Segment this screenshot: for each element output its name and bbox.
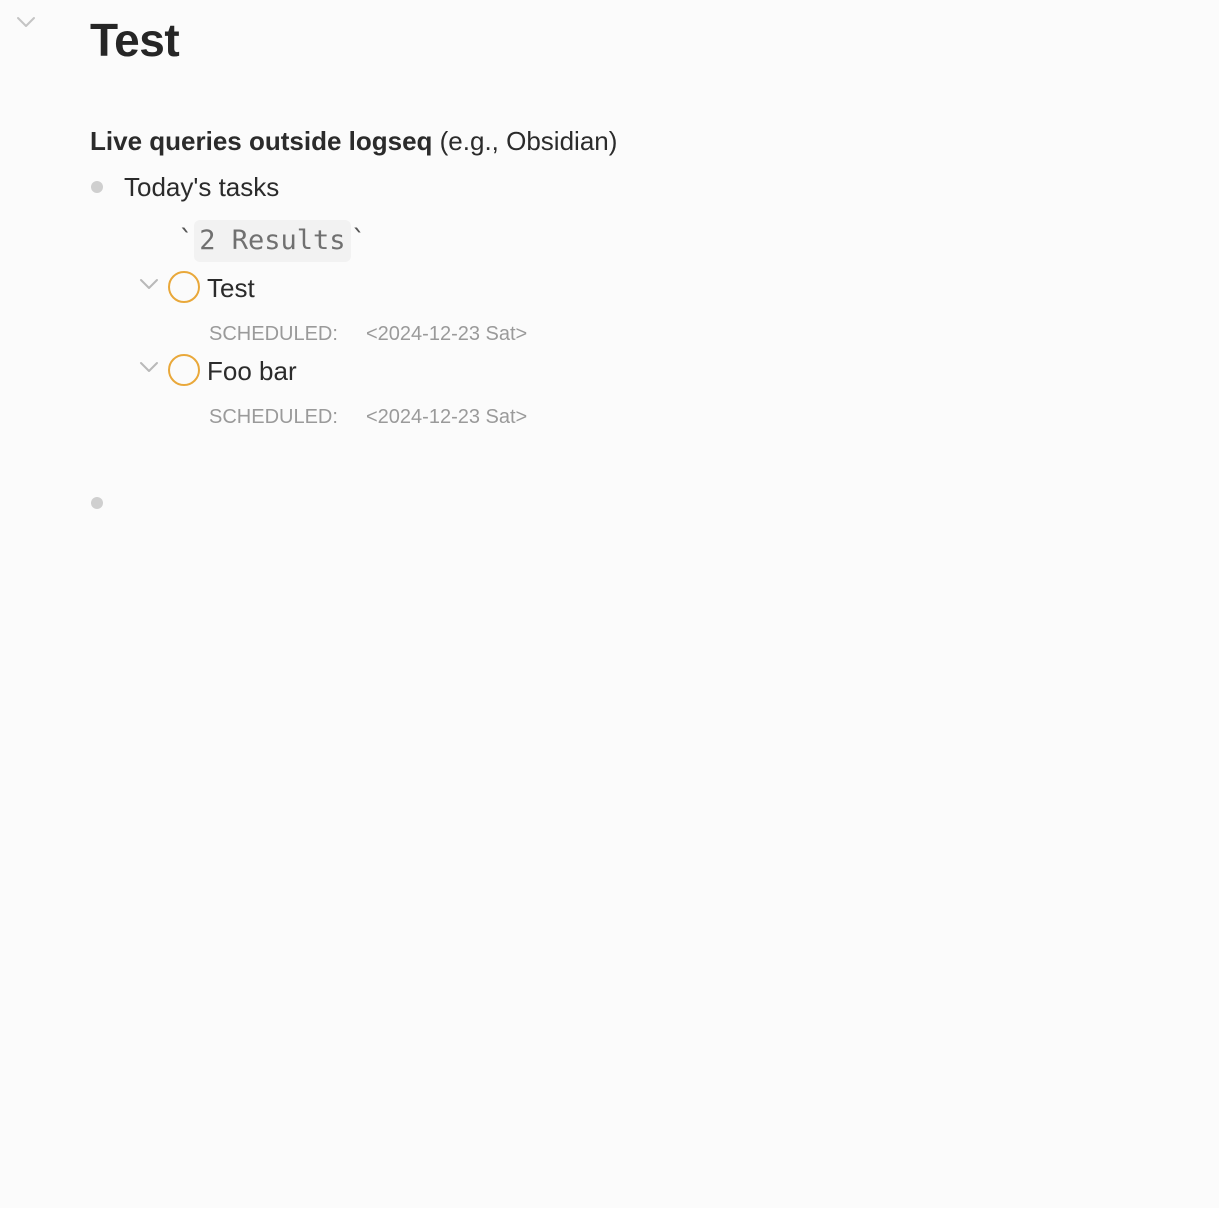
page-title: Test	[90, 14, 180, 66]
backtick-open: `	[178, 225, 195, 256]
task-scheduled: SCHEDULED: <2024-12-23 Sat>	[209, 321, 527, 347]
block-heading[interactable]: Live queries outside logseq (e.g., Obsid…	[90, 124, 617, 158]
scheduled-date[interactable]: <2024-12-23 Sat>	[366, 406, 527, 428]
heading-normal-text: (e.g., Obsidian)	[432, 126, 618, 156]
todo-circle-icon[interactable]	[168, 354, 200, 386]
task-title[interactable]: Foo bar	[207, 354, 297, 388]
bullet-dot-icon[interactable]	[91, 181, 103, 193]
chevron-down-icon[interactable]	[138, 273, 160, 295]
backtick-close: `	[350, 225, 367, 256]
chevron-down-icon[interactable]	[138, 356, 160, 378]
todo-circle-icon[interactable]	[168, 271, 200, 303]
task-title[interactable]: Test	[207, 271, 255, 305]
bullet-dot-icon[interactable]	[91, 497, 103, 509]
scheduled-date[interactable]: <2024-12-23 Sat>	[366, 323, 527, 345]
block-todays-tasks[interactable]: Today's tasks	[124, 170, 279, 204]
chevron-down-icon[interactable]	[14, 10, 38, 34]
scheduled-label: SCHEDULED:	[209, 323, 338, 345]
heading-bold-text: Live queries outside logseq	[90, 126, 433, 156]
query-results-count: ` 2 Results `	[178, 220, 367, 262]
results-code-chip: 2 Results	[194, 220, 351, 262]
scheduled-label: SCHEDULED:	[209, 406, 338, 428]
task-scheduled: SCHEDULED: <2024-12-23 Sat>	[209, 404, 527, 430]
page: Test Live queries outside logseq (e.g., …	[0, 0, 1219, 1208]
